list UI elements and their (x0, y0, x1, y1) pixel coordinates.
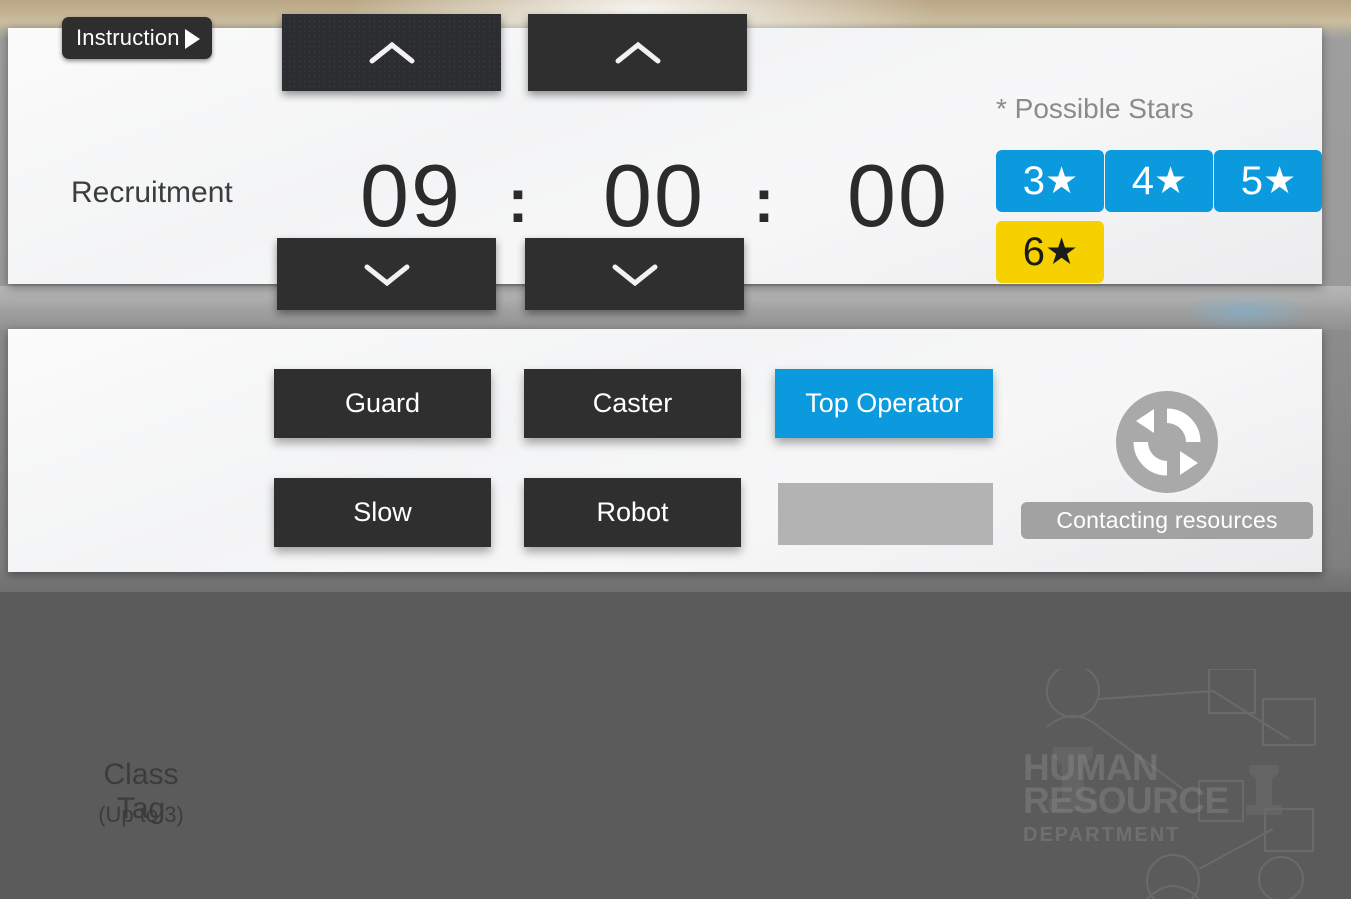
class-tag-caster-button[interactable]: Caster (524, 369, 741, 438)
star-3-number: 3 (1022, 159, 1045, 203)
star-5-number: 5 (1240, 159, 1263, 203)
minutes-increment-button[interactable] (528, 14, 747, 91)
class-tag-guard-button[interactable]: Guard (274, 369, 491, 438)
class-tag-label-text: Top Operator (805, 388, 963, 418)
class-tag-robot-button[interactable]: Robot (524, 478, 741, 547)
recruitment-label: Recruitment (71, 176, 233, 209)
star-4-number: 4 (1131, 159, 1154, 203)
hours-increment-button[interactable] (282, 14, 501, 91)
chevron-up-icon (366, 40, 418, 66)
class-tag-label-text: Slow (353, 497, 412, 527)
timer-separator-1: : (507, 167, 529, 236)
class-tag-label-text: Caster (592, 388, 673, 418)
watermark-line-3: DEPARTMENT (1023, 824, 1181, 846)
possible-stars-label: * Possible Stars (996, 93, 1194, 124)
chevron-down-icon (609, 261, 661, 287)
hours-decrement-button[interactable] (277, 238, 496, 310)
class-tag-label-text: Guard (344, 388, 421, 418)
possible-star-6-button[interactable]: 6 ★ (996, 221, 1104, 283)
instruction-button[interactable]: Instruction (62, 17, 212, 59)
chevron-up-icon (612, 40, 664, 66)
watermark-line-2: RESOURCE (1023, 780, 1229, 821)
star-icon: ★ (1263, 160, 1296, 201)
timer-separator-2: : (753, 167, 775, 236)
star-icon: ★ (1154, 160, 1187, 201)
contacting-resources-toast: Contacting resources (1021, 502, 1313, 539)
background-blue-glow (1180, 292, 1310, 332)
class-tag-slow-button[interactable]: Slow (274, 478, 491, 547)
possible-star-4-button[interactable]: 4 ★ (1105, 150, 1213, 212)
star-6-number: 6 (1022, 230, 1045, 274)
class-tag-sublabel: (Up to 3) (98, 802, 184, 827)
class-tag-top-operator-button[interactable]: Top Operator (775, 369, 993, 438)
timer-seconds-value[interactable]: 00 (798, 150, 998, 242)
timer-hours-value[interactable]: 09 (311, 150, 511, 242)
minutes-decrement-button[interactable] (525, 238, 744, 310)
refresh-status-badge[interactable] (1116, 391, 1218, 493)
possible-star-5-button[interactable]: 5 ★ (1214, 150, 1322, 212)
instruction-label: Instruction (76, 25, 180, 50)
star-icon: ★ (1045, 160, 1078, 201)
watermark-artwork (1046, 669, 1316, 899)
star-icon: ★ (1045, 231, 1078, 272)
class-tag-empty-slot[interactable] (778, 483, 993, 545)
refresh-icon (1133, 408, 1201, 476)
play-triangle-icon (184, 28, 200, 49)
class-tag-label-text: Robot (596, 497, 669, 527)
toast-text: Contacting resources (1056, 507, 1278, 533)
timer-minutes-value[interactable]: 00 (554, 150, 754, 242)
watermark-line-1: HUMAN (1023, 747, 1159, 788)
possible-star-3-button[interactable]: 3 ★ (996, 150, 1104, 212)
hr-department-watermark: HUMAN RESOURCE DEPARTMENT (1013, 669, 1323, 899)
chevron-down-icon (361, 261, 413, 287)
